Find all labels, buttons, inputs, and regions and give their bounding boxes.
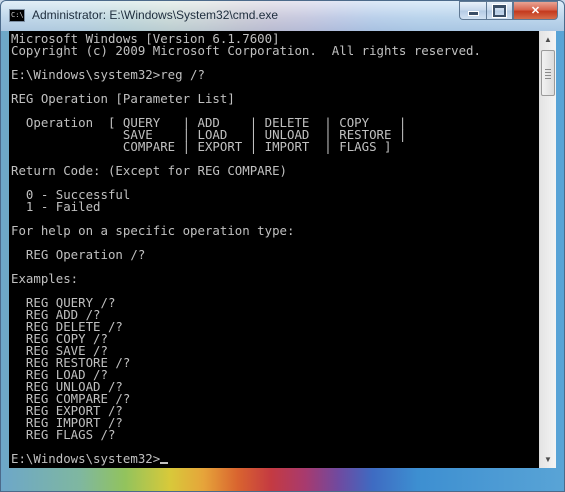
maximize-button[interactable]: [486, 1, 513, 20]
window-title: Administrator: E:\Windows\System32\cmd.e…: [32, 8, 279, 22]
window-bottom-frame: [9, 468, 556, 483]
thumb-grip-line: [545, 75, 551, 76]
title-bar[interactable]: C:\ Administrator: E:\Windows\System32\c…: [1, 1, 564, 31]
scroll-down-icon: ▼: [544, 455, 552, 464]
scroll-thumb[interactable]: [541, 50, 555, 96]
close-button[interactable]: ✕: [513, 1, 558, 20]
console-line: REG Operation /?: [11, 247, 146, 262]
console-line: E:\Windows\system32>: [11, 452, 169, 465]
cmd-icon[interactable]: C:\: [9, 9, 25, 22]
console-line: E:\Windows\system32>reg /?: [11, 67, 205, 82]
text-cursor: [160, 462, 169, 464]
maximize-icon: [493, 4, 506, 17]
thumb-grip-line: [545, 78, 551, 79]
scroll-down-button[interactable]: ▼: [540, 451, 556, 468]
console-line: Examples:: [11, 271, 79, 286]
scroll-up-button[interactable]: ▲: [540, 31, 556, 48]
console-line: Return Code: (Except for REG COMPARE): [11, 163, 288, 178]
scroll-up-icon: ▲: [544, 35, 552, 44]
console-line: REG Operation [Parameter List]: [11, 91, 235, 106]
thumb-grip-line: [545, 72, 551, 73]
cmd-icon-glyph: C:\: [11, 11, 24, 19]
close-icon: ✕: [530, 5, 541, 17]
console-line: COMPARE | EXPORT | IMPORT | FLAGS ]: [11, 139, 392, 154]
console-line: Copyright (c) 2009 Microsoft Corporation…: [11, 43, 481, 58]
vertical-scrollbar[interactable]: ▲ ▼: [539, 31, 556, 468]
minimize-icon: [467, 11, 479, 16]
caption-buttons: ✕: [459, 1, 558, 20]
console-output[interactable]: Microsoft Windows [Version 6.1.7600] Copy…: [9, 31, 539, 468]
cmd-window: C:\ Administrator: E:\Windows\System32\c…: [0, 0, 565, 492]
console-line: For help on a specific operation type:: [11, 223, 295, 238]
minimize-button[interactable]: [459, 1, 486, 20]
console-line: REG FLAGS /?: [11, 427, 116, 442]
thumb-grip-line: [545, 69, 551, 70]
console-line: 1 - Failed: [11, 199, 101, 214]
